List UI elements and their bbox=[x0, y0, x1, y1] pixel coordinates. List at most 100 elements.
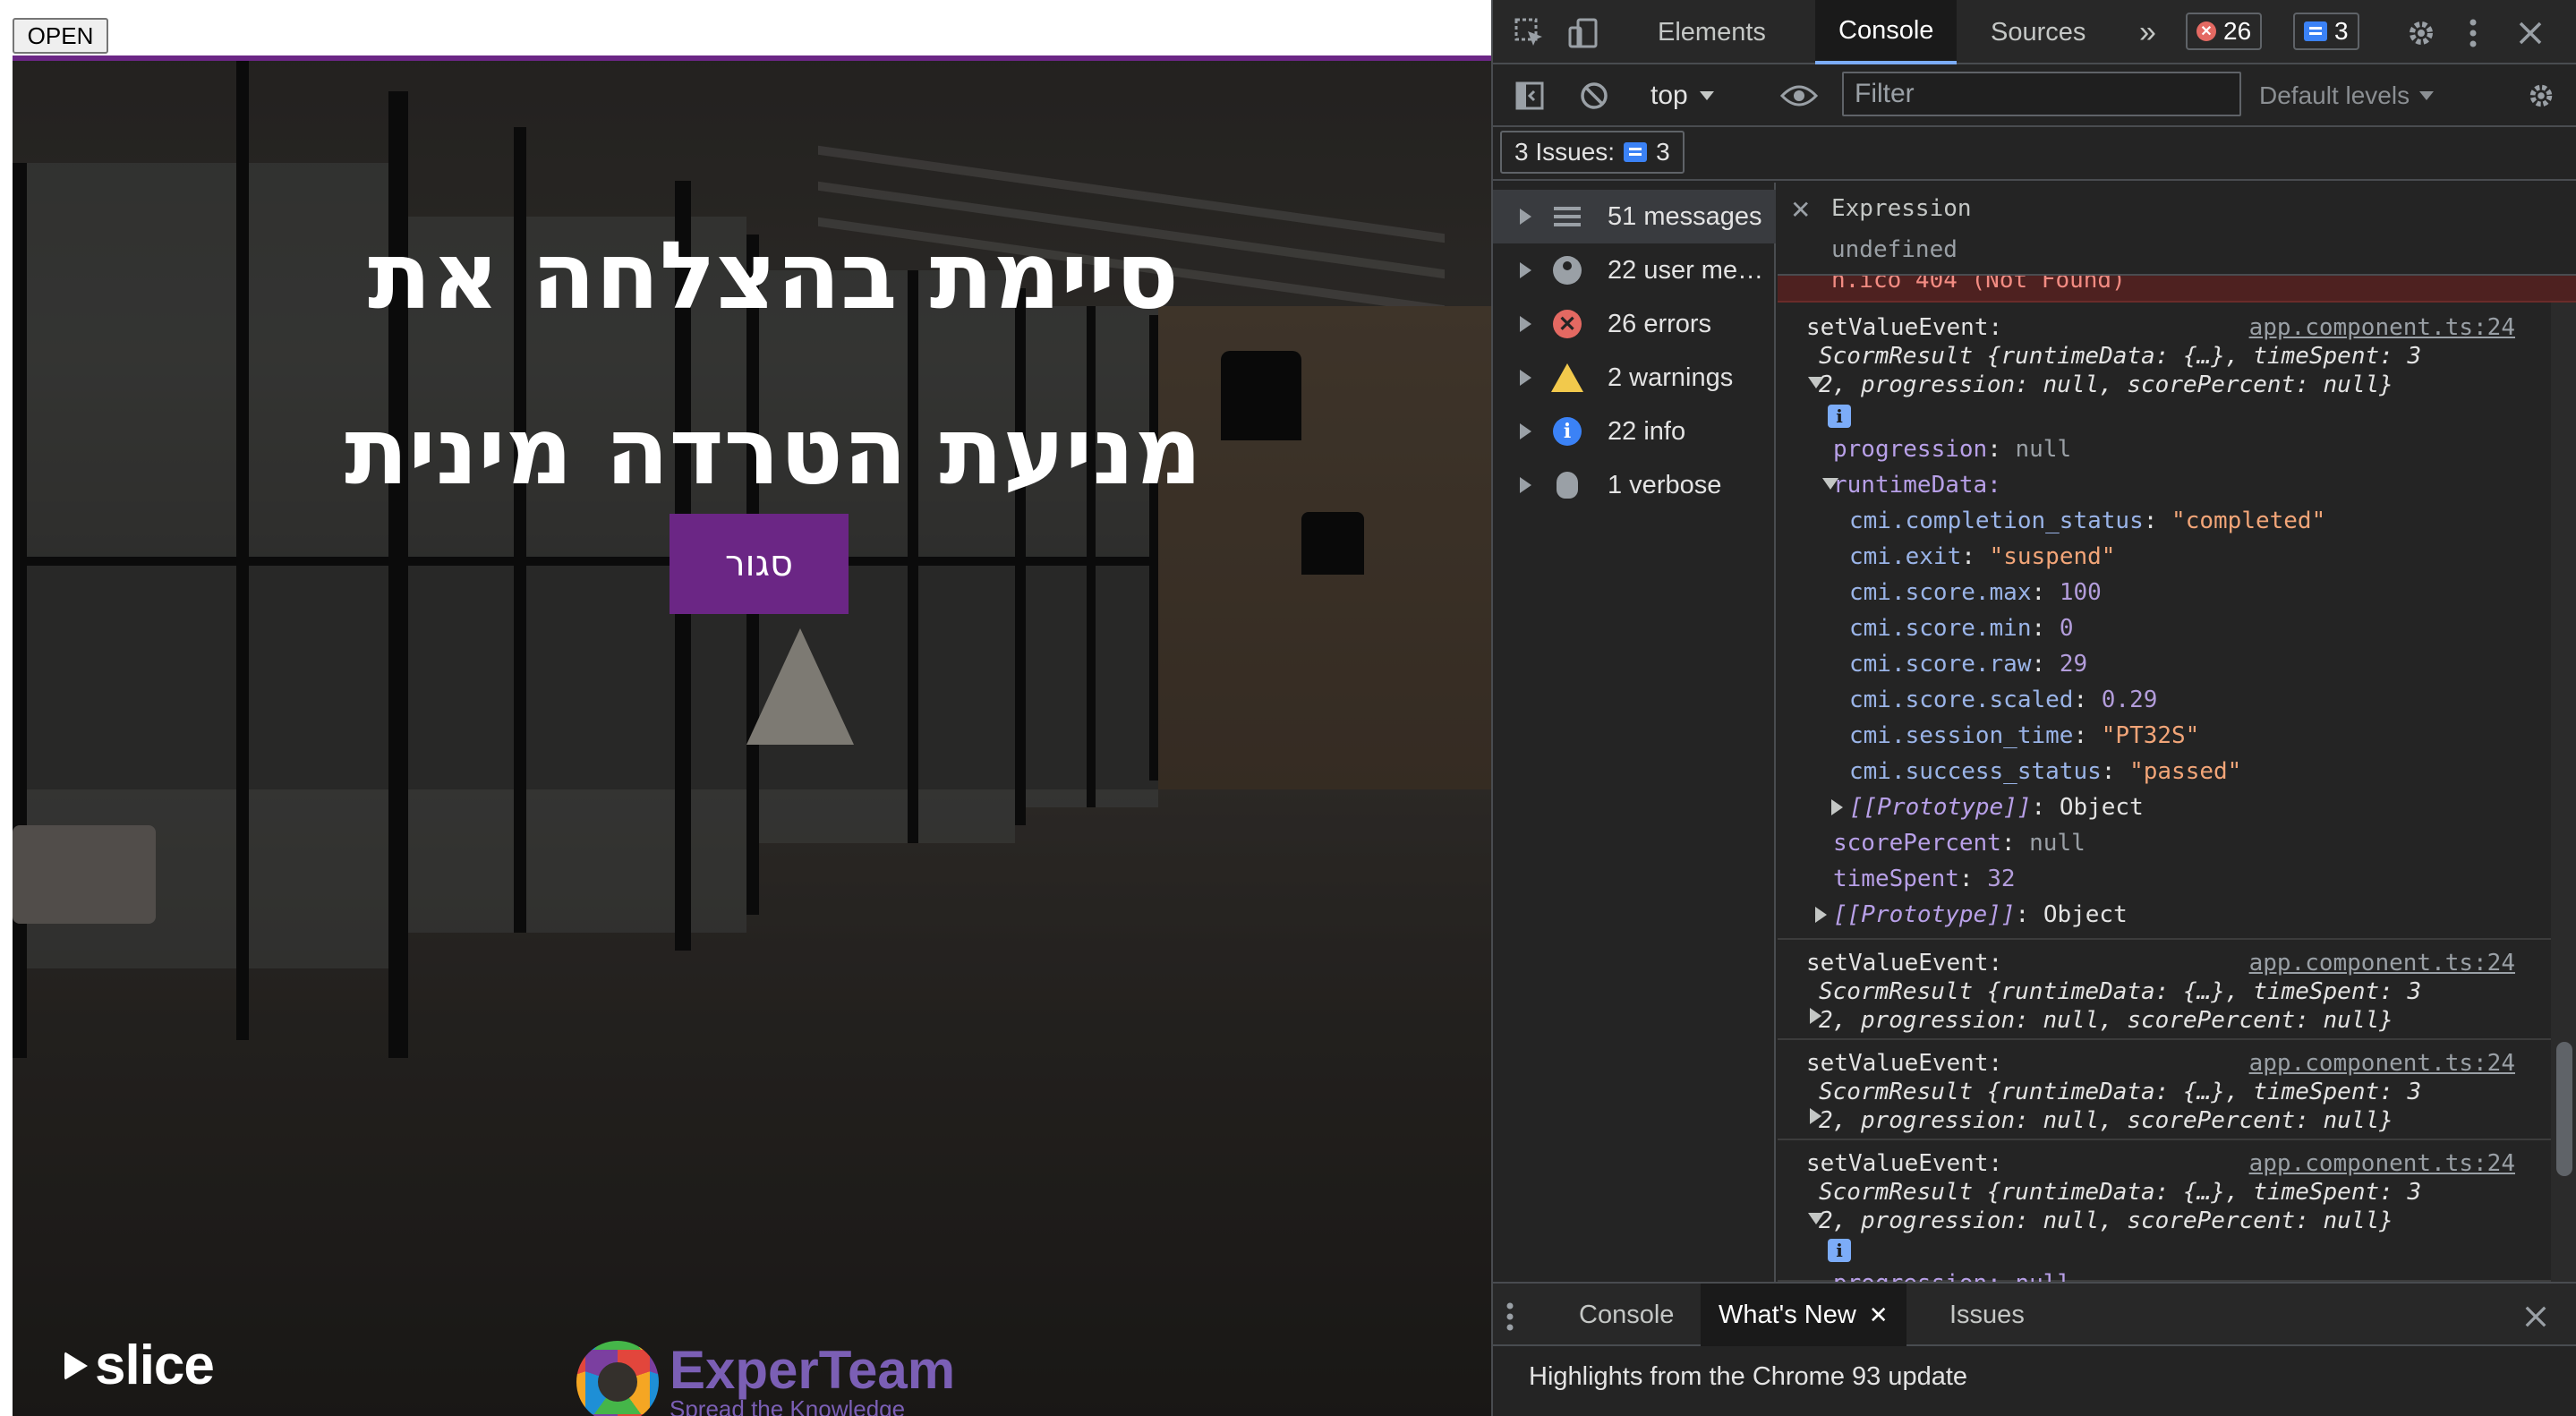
drawer-tab-issues[interactable]: Issues bbox=[1932, 1284, 2043, 1346]
sidebar-item-user-messages[interactable]: 22 user me… bbox=[1493, 243, 1776, 297]
issues-count-badge[interactable]: 3 bbox=[2293, 13, 2359, 50]
drawer-tab-whats-new[interactable]: What's New ✕ bbox=[1701, 1284, 1906, 1346]
course-frame: סיימת בהצלחה את מניעת הטרדה מינית סגור s… bbox=[13, 55, 1491, 1416]
user-icon bbox=[1552, 255, 1582, 286]
sidebar-item-info[interactable]: i 22 info bbox=[1493, 405, 1776, 458]
close-drawer-icon[interactable] bbox=[2517, 1298, 2555, 1335]
expand-arrow-icon[interactable] bbox=[1815, 907, 1827, 923]
tab-console[interactable]: Console bbox=[1815, 0, 1958, 64]
runtime-field: cmi.session_time: "PT32S" bbox=[1849, 722, 2200, 749]
sidebar-item-label: 1 verbose bbox=[1608, 470, 1722, 499]
purple-top-bar bbox=[13, 55, 1491, 61]
sidebar-item-messages[interactable]: 51 messages bbox=[1493, 190, 1776, 243]
filter-input[interactable] bbox=[1842, 72, 2241, 116]
source-link[interactable]: app.component.ts:24 bbox=[2249, 1047, 2515, 1079]
console-sidebar: 51 messages 22 user me… ✕ 26 errors 2 wa… bbox=[1493, 183, 1776, 1282]
close-course-button[interactable]: סגור bbox=[670, 514, 849, 614]
close-devtools-icon[interactable] bbox=[2512, 14, 2549, 52]
object-property: scorePercent: null bbox=[1833, 830, 2086, 857]
completion-title-line2: מניעת הטרדה מינית bbox=[345, 397, 1202, 506]
console-settings-gear-icon[interactable] bbox=[2522, 77, 2560, 115]
runtime-data-key: runtimeData: bbox=[1833, 472, 2001, 499]
devtools-tabbar: Elements Console Sources » ✕ 26 3 bbox=[1493, 0, 2576, 64]
log-entry[interactable]: setValueEvent: app.component.ts:24 ScormRe… bbox=[1778, 940, 2576, 1040]
object-summary: 2, progression: null, scorePercent: null… bbox=[1819, 1007, 2393, 1034]
play-icon bbox=[64, 1351, 88, 1380]
error-message-text: n.ico 404 (Not Found) bbox=[1831, 276, 2126, 294]
close-tab-icon[interactable]: ✕ bbox=[1869, 1301, 1889, 1329]
object-property: [[Prototype]]: Object bbox=[1833, 901, 2128, 928]
error-count: 26 bbox=[2223, 17, 2252, 45]
experteam-name: ExperTeam bbox=[670, 1340, 956, 1400]
issues-count: 3 bbox=[1656, 138, 1670, 166]
runtime-field: cmi.score.min: 0 bbox=[1849, 615, 2074, 642]
tab-elements[interactable]: Elements bbox=[1634, 0, 1789, 64]
runtime-field: cmi.completion_status: "completed" bbox=[1849, 508, 2326, 534]
drawer-tab-console[interactable]: Console bbox=[1561, 1284, 1692, 1346]
info-icon[interactable]: i bbox=[1828, 405, 1851, 428]
expression-label[interactable]: Expression bbox=[1831, 195, 1972, 222]
log-label: setValueEvent: bbox=[1806, 314, 2003, 341]
log-levels-selector[interactable]: Default levels bbox=[2259, 77, 2435, 115]
object-property: [[Prototype]]: Object bbox=[1849, 794, 2144, 821]
drawer-tab-label: Console bbox=[1579, 1300, 1675, 1329]
runtime-field: cmi.success_status: "passed" bbox=[1849, 758, 2242, 785]
sidebar-toggle-icon[interactable] bbox=[1511, 77, 1548, 115]
info-icon[interactable]: i bbox=[1828, 1239, 1851, 1262]
slice-logo-text: slice bbox=[95, 1335, 215, 1396]
settings-gear-icon[interactable] bbox=[2402, 14, 2440, 52]
open-button[interactable]: OPEN bbox=[13, 18, 108, 54]
tab-sources[interactable]: Sources bbox=[1967, 0, 2109, 64]
console-scrollbar[interactable] bbox=[2551, 303, 2576, 1282]
issues-label: 3 Issues: bbox=[1514, 138, 1616, 166]
log-levels-label: Default levels bbox=[2259, 81, 2410, 109]
log-entry[interactable]: setValueEvent: app.component.ts:24 Scorm… bbox=[1778, 303, 2576, 940]
source-link[interactable]: app.component.ts:24 bbox=[2249, 1147, 2515, 1180]
sidebar-item-verbose[interactable]: 1 verbose bbox=[1493, 458, 1776, 512]
error-message-row: n.ico 404 (Not Found) bbox=[1778, 276, 2576, 303]
object-summary: ScormResult {runtimeData: {…}, timeSpent… bbox=[1819, 1079, 2422, 1105]
console-output: ✕ Expression undefined n.ico 404 (Not Fo… bbox=[1778, 183, 2576, 1282]
context-selector[interactable]: top bbox=[1651, 77, 1715, 115]
device-toolbar-icon[interactable] bbox=[1565, 14, 1602, 52]
clear-console-icon[interactable] bbox=[1575, 77, 1613, 115]
error-count-badge[interactable]: ✕ 26 bbox=[2186, 13, 2263, 50]
page-viewport: OPEN סיימת בהצלחה את מניעת הטרדה מינית ס… bbox=[0, 0, 1491, 1416]
issues-button[interactable]: 3 Issues: 3 bbox=[1500, 131, 1685, 174]
live-expression-eye-icon[interactable] bbox=[1778, 77, 1821, 115]
drawer-tab-label: What's New bbox=[1719, 1300, 1856, 1329]
experteam-mark-icon bbox=[576, 1341, 659, 1416]
object-summary: 2, progression: null, scorePercent: null… bbox=[1819, 1207, 2393, 1234]
scrollbar-thumb[interactable] bbox=[2556, 1042, 2572, 1176]
log-label: setValueEvent: bbox=[1806, 1050, 2003, 1077]
warning-icon bbox=[1551, 363, 1583, 393]
sidebar-item-warnings[interactable]: 2 warnings bbox=[1493, 351, 1776, 405]
sidebar-item-errors[interactable]: ✕ 26 errors bbox=[1493, 297, 1776, 351]
log-label: setValueEvent: bbox=[1806, 950, 2003, 977]
drawer-menu-icon[interactable] bbox=[1497, 1298, 1523, 1335]
error-icon: ✕ bbox=[2196, 21, 2216, 41]
object-summary: ScormResult {runtimeData: {…}, timeSpent… bbox=[1819, 978, 2422, 1005]
source-link[interactable]: app.component.ts:24 bbox=[2249, 311, 2515, 344]
object-summary: 2, progression: null, scorePercent: null… bbox=[1819, 371, 2393, 398]
runtime-field: cmi.exit: "suspend" bbox=[1849, 543, 2116, 570]
object-summary: 2, progression: null, scorePercent: null… bbox=[1819, 1107, 2393, 1134]
completion-title-line1: סיימת בהצלחה את bbox=[368, 221, 1179, 330]
remove-expression-icon[interactable]: ✕ bbox=[1790, 195, 1811, 225]
source-link[interactable]: app.component.ts:24 bbox=[2249, 947, 2515, 979]
inspect-element-icon[interactable] bbox=[1511, 14, 1548, 52]
message-icon bbox=[2304, 21, 2327, 41]
expand-arrow-icon[interactable] bbox=[1831, 799, 1843, 815]
runtime-field: cmi.score.scaled: 0.29 bbox=[1849, 687, 2158, 713]
info-icon: i bbox=[1552, 416, 1582, 447]
whats-new-headline[interactable]: Highlights from the Chrome 93 update bbox=[1529, 1362, 1967, 1392]
more-tabs-icon[interactable]: » bbox=[2116, 0, 2179, 64]
log-entry[interactable]: setValueEvent: app.component.ts:24 ScormRe… bbox=[1778, 1140, 2576, 1282]
sidebar-item-label: 22 info bbox=[1608, 416, 1686, 446]
sidebar-item-label: 51 messages bbox=[1608, 201, 1762, 231]
kebab-menu-icon[interactable] bbox=[2460, 14, 2486, 52]
sidebar-item-label: 2 warnings bbox=[1608, 363, 1734, 392]
console-toolbar: top Default levels bbox=[1493, 64, 2576, 127]
live-expression: ✕ Expression undefined bbox=[1778, 183, 2576, 276]
log-entry[interactable]: setValueEvent: app.component.ts:24 ScormRe… bbox=[1778, 1040, 2576, 1140]
